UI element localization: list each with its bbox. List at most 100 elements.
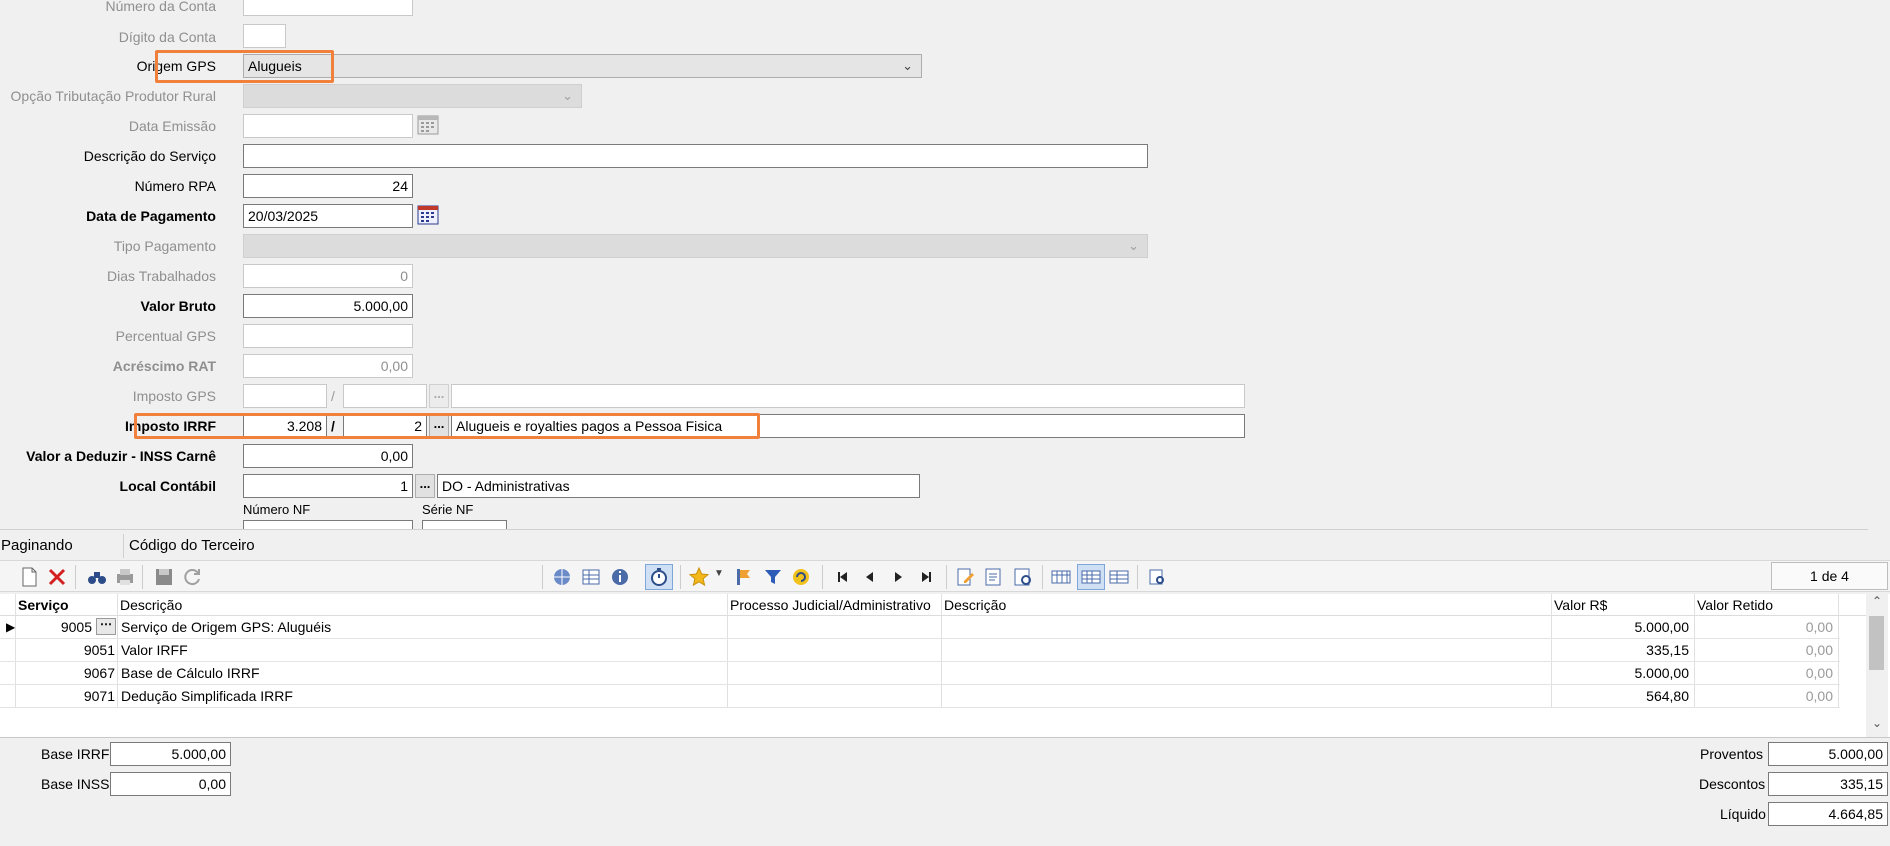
star-icon[interactable]	[688, 566, 710, 588]
descontos-label: Descontos	[1699, 776, 1766, 792]
globe-icon[interactable]	[551, 566, 573, 588]
numero-rpa-input[interactable]: 24	[243, 174, 413, 198]
save-icon[interactable]	[153, 566, 175, 588]
star-dropdown-icon[interactable]: ▼	[714, 568, 724, 579]
base-inss-field: 0,00	[110, 772, 231, 796]
valor-deduzir-input[interactable]: 0,00	[243, 444, 413, 468]
dias-trabalhados-label: Dias Trabalhados	[107, 268, 216, 284]
col-header-valor[interactable]: Valor R$	[1554, 594, 1607, 616]
percentual-gps-input[interactable]	[243, 324, 413, 348]
local-contabil-lookup-button[interactable]: ...	[415, 474, 435, 498]
refresh-filter-icon[interactable]	[790, 566, 812, 588]
scroll-up-icon[interactable]: ⌃	[1866, 0, 1868, 20]
chevron-down-icon: ⌄	[562, 88, 573, 103]
liquido-label: Líquido	[1720, 806, 1766, 822]
cell-valor-retido: 0,00	[1805, 665, 1833, 681]
imposto-gps-label: Imposto GPS	[132, 388, 216, 404]
scroll-down-icon[interactable]: ⌄	[1866, 508, 1868, 528]
grid-group-icon[interactable]	[1108, 566, 1130, 588]
row-indicator-icon: ▶	[6, 620, 16, 634]
filter-icon[interactable]	[762, 566, 784, 588]
descontos-field: 335,15	[1768, 772, 1888, 796]
toolbar-separator	[946, 565, 947, 589]
numero-conta-input[interactable]	[243, 0, 413, 16]
numero-nf-input[interactable]	[243, 520, 413, 529]
grid-view-icon[interactable]	[580, 566, 602, 588]
table-row[interactable]: 9071 Dedução Simplificada IRRF 564,80 0,…	[0, 685, 1840, 708]
numero-conta-label: Número da Conta	[105, 0, 216, 14]
form-panel: Número da Conta Dígito da Conta Origem G…	[0, 0, 1868, 530]
col-header-processo[interactable]: Processo Judicial/Administrativo	[730, 594, 931, 616]
report-icon[interactable]	[983, 566, 1005, 588]
local-contabil-desc-input[interactable]: DO - Administrativas	[437, 474, 920, 498]
edit-doc-icon[interactable]	[954, 566, 976, 588]
serie-nf-input[interactable]	[422, 520, 507, 529]
data-pagamento-input[interactable]: 20/03/2025	[243, 204, 413, 228]
preview-icon[interactable]	[1146, 566, 1168, 588]
scroll-thumb[interactable]	[1869, 616, 1884, 670]
digito-conta-label: Dígito da Conta	[118, 29, 216, 45]
proventos-field: 5.000,00	[1768, 742, 1888, 766]
paging-field: Código do Terceiro	[129, 537, 255, 554]
imposto-gps-code-input[interactable]	[243, 384, 327, 408]
flag-icon[interactable]	[733, 566, 755, 588]
delete-icon[interactable]	[46, 566, 68, 588]
form-scrollbar[interactable]: ⌃ ⌄	[1866, 0, 1868, 529]
origem-gps-select[interactable]: Alugueis ⌄	[243, 54, 922, 78]
local-contabil-code-input[interactable]: 1	[243, 474, 413, 498]
col-header-descricao-2[interactable]: Descrição	[944, 594, 1006, 616]
valor-bruto-input[interactable]: 5.000,00	[243, 294, 413, 318]
new-record-icon[interactable]	[18, 566, 40, 588]
table-row[interactable]: 9051 Valor IRFF 335,15 0,00	[0, 639, 1840, 662]
first-page-icon[interactable]	[831, 566, 853, 588]
chevron-down-icon: ⌄	[902, 58, 913, 73]
tipo-pagamento-select[interactable]: ⌄	[243, 234, 1148, 258]
acrescimo-rat-label: Acréscimo RAT	[112, 358, 216, 374]
info-icon[interactable]	[609, 566, 631, 588]
cell-servico: 9071	[83, 688, 115, 704]
grid-lines-icon[interactable]	[1080, 566, 1102, 588]
digito-conta-input[interactable]	[243, 24, 286, 48]
grid-scrollbar[interactable]: ⌃ ⌄	[1866, 594, 1888, 737]
calendar-icon[interactable]	[417, 205, 439, 225]
data-grid: Serviço Descrição Processo Judicial/Admi…	[0, 594, 1890, 738]
print-icon[interactable]	[114, 566, 136, 588]
refresh-icon[interactable]	[181, 566, 203, 588]
col-header-descricao[interactable]: Descrição	[120, 594, 182, 616]
acrescimo-rat-input[interactable]: 0,00	[243, 354, 413, 378]
table-row[interactable]: 9067 Base de Cálculo IRRF 5.000,00 0,00	[0, 662, 1840, 685]
cell-descricao: Valor IRFF	[121, 642, 188, 658]
data-emissao-input[interactable]	[243, 114, 413, 138]
next-page-icon[interactable]	[887, 566, 909, 588]
toolbar-separator	[75, 565, 76, 589]
prev-page-icon[interactable]	[859, 566, 881, 588]
opcao-tributacao-select[interactable]: ⌄	[243, 84, 582, 108]
stopwatch-icon[interactable]	[648, 566, 670, 588]
col-header-servico[interactable]: Serviço	[18, 594, 69, 616]
table-row[interactable]: ▶ 9005 ⋯ Serviço de Origem GPS: Aluguéis…	[0, 616, 1840, 639]
servico-lookup-button[interactable]: ⋯	[96, 618, 116, 635]
scroll-down-icon[interactable]: ⌄	[1866, 716, 1888, 734]
columns-icon[interactable]	[1050, 566, 1072, 588]
valor-bruto-label: Valor Bruto	[140, 298, 216, 314]
last-page-icon[interactable]	[916, 566, 938, 588]
calendar-icon[interactable]	[417, 115, 439, 135]
data-pagamento-label: Data de Pagamento	[86, 208, 216, 224]
grid-header: Serviço Descrição Processo Judicial/Admi…	[0, 594, 1866, 616]
imposto-gps-variation-input[interactable]	[343, 384, 427, 408]
serie-nf-label: Série NF	[422, 502, 474, 517]
toolbar-separator	[1042, 565, 1043, 589]
numero-nf-label: Número NF	[243, 502, 311, 517]
imposto-gps-desc-input[interactable]	[451, 384, 1245, 408]
cell-descricao: Base de Cálculo IRRF	[121, 665, 260, 681]
imposto-gps-lookup-button[interactable]: ...	[429, 384, 449, 408]
cell-valor: 5.000,00	[1634, 619, 1690, 635]
dias-trabalhados-input[interactable]: 0	[243, 264, 413, 288]
binoculars-icon[interactable]	[86, 566, 108, 588]
scroll-up-icon[interactable]: ⌃	[1866, 594, 1888, 612]
col-header-valor-retido[interactable]: Valor Retido	[1697, 594, 1773, 616]
cell-descricao: Dedução Simplificada IRRF	[121, 688, 293, 704]
descricao-servico-input[interactable]	[243, 144, 1148, 168]
paging-divider	[123, 534, 124, 558]
report-search-icon[interactable]	[1012, 566, 1034, 588]
